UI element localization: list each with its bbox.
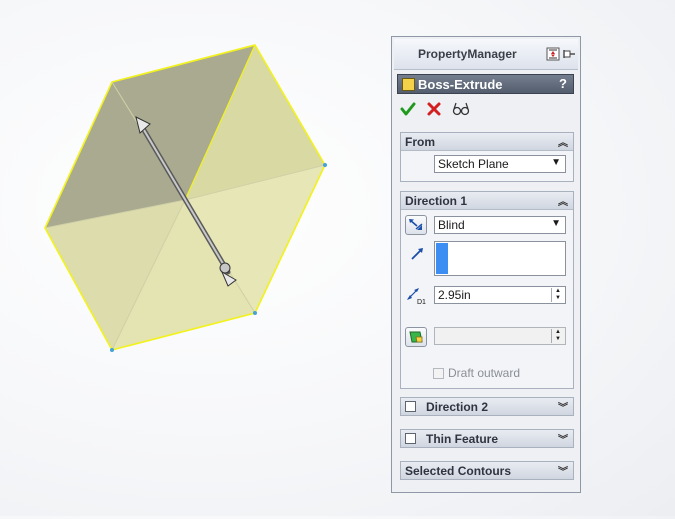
glasses-icon[interactable] (452, 101, 470, 117)
expand-chevron-icon[interactable]: ︾ (558, 399, 568, 414)
property-manager-header: PropertyManager (394, 39, 578, 70)
draft-icon (409, 331, 423, 343)
thin-feature-checkbox[interactable] (405, 433, 416, 444)
direction-vector-icon (411, 248, 423, 260)
spin-down-icon[interactable]: ▼ (552, 336, 564, 343)
depth-dimension-icon: D1 (407, 288, 426, 305)
property-manager-panel: PropertyManager Boss-Extrude ? From ︽ Sk… (391, 36, 581, 493)
spin-up-icon[interactable]: ▲ (552, 288, 564, 295)
reverse-direction-button[interactable] (405, 215, 427, 235)
reverse-direction-icon (409, 219, 423, 230)
depth-input[interactable]: 2.95in ▲ ▼ (434, 286, 566, 304)
boss-extrude-icon (402, 77, 415, 91)
collapse-chevron-icon[interactable]: ︽ (558, 134, 568, 149)
draft-outward-label: Draft outward (448, 366, 521, 380)
thin-feature-group-header[interactable]: Thin Feature ︾ (401, 430, 573, 447)
end-condition-select[interactable]: Blind ▼ (434, 216, 566, 234)
spin-down-icon[interactable]: ▼ (552, 295, 564, 302)
pin-icon[interactable] (562, 47, 576, 61)
depth-dimension-label: D1 (417, 299, 426, 305)
feature-title-bar: Boss-Extrude ? (397, 74, 574, 94)
property-manager-title: PropertyManager (418, 47, 517, 61)
direction2-checkbox[interactable] (405, 401, 416, 412)
draft-angle-input[interactable]: ▲ ▼ (434, 327, 566, 345)
action-buttons (400, 101, 470, 117)
expand-chevron-icon[interactable]: ︾ (558, 431, 568, 446)
extrude-preview-model[interactable] (0, 0, 390, 516)
from-group-header[interactable]: From ︽ (401, 133, 573, 151)
chevron-down-icon: ▼ (551, 157, 561, 168)
direction1-group-header[interactable]: Direction 1 ︽ (401, 192, 573, 210)
depth-spinner[interactable]: ▲ ▼ (551, 288, 564, 302)
chevron-down-icon: ▼ (551, 218, 561, 229)
direction2-group-header[interactable]: Direction 2 ︾ (401, 398, 573, 415)
expand-collapse-icon[interactable] (546, 47, 560, 61)
x-icon[interactable] (426, 101, 442, 117)
selected-contours-group-header[interactable]: Selected Contours ︾ (401, 462, 573, 479)
feature-name: Boss-Extrude (418, 76, 503, 92)
from-group: From ︽ Sketch Plane ▼ (400, 132, 574, 182)
thin-feature-group: Thin Feature ︾ (400, 429, 574, 448)
graphics-viewport[interactable] (0, 0, 390, 516)
selected-contours-group: Selected Contours ︾ (400, 461, 574, 480)
expand-chevron-icon[interactable]: ︾ (558, 463, 568, 478)
spin-up-icon[interactable]: ▲ (552, 329, 564, 336)
draft-toggle-button[interactable] (405, 327, 427, 347)
draft-outward-option[interactable]: Draft outward (433, 366, 520, 380)
direction1-group: Direction 1 ︽ Blind ▼ D1 2.95in ▲ ▼ ▲ ▼ … (400, 191, 574, 389)
help-button[interactable]: ? (559, 76, 567, 91)
check-icon[interactable] (400, 101, 416, 117)
direction2-group: Direction 2 ︾ (400, 397, 574, 416)
draft-spinner[interactable]: ▲ ▼ (551, 329, 564, 343)
draft-outward-checkbox[interactable] (433, 367, 444, 379)
start-condition-select[interactable]: Sketch Plane ▼ (434, 155, 566, 173)
collapse-chevron-icon[interactable]: ︽ (558, 193, 568, 208)
direction-reference-listbox[interactable] (434, 241, 566, 276)
